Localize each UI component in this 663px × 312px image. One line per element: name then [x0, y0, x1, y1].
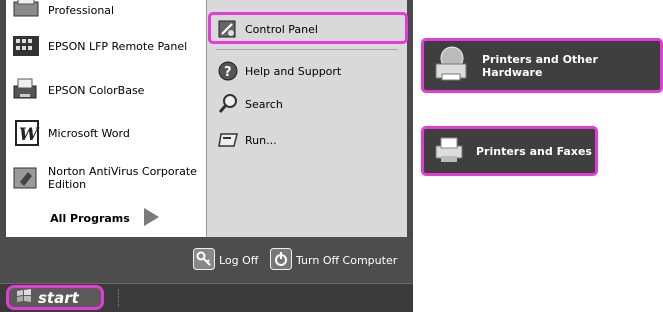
- taskbar-grip: [118, 289, 121, 307]
- printers-faxes-button[interactable]: Printers and Faxes: [421, 126, 598, 176]
- svg-text:?: ?: [224, 65, 232, 80]
- divider: [216, 49, 398, 50]
- turn-off-button[interactable]: Turn Off Computer: [270, 247, 398, 273]
- antivirus-icon: [10, 164, 42, 192]
- program-item-colorbase[interactable]: EPSON ColorBase: [6, 72, 206, 108]
- printer-fax-icon: [432, 134, 468, 169]
- start-label: start: [38, 288, 79, 307]
- arrow-right-icon: [140, 206, 162, 231]
- program-label: EPSON ColorBase: [48, 83, 145, 97]
- key-icon: [193, 247, 215, 273]
- help-icon: ?: [217, 60, 239, 82]
- program-item-professional[interactable]: Professional: [6, 0, 206, 28]
- program-label: Microsoft Word: [48, 126, 130, 140]
- search-label: Search: [245, 97, 283, 111]
- search-item[interactable]: Search: [212, 91, 402, 117]
- program-item-microsoft-word[interactable]: W Microsoft Word: [6, 115, 206, 151]
- windows-logo-icon: [15, 288, 33, 307]
- run-label: Run...: [245, 133, 277, 147]
- word-icon: W: [10, 119, 42, 147]
- log-off-label: Log Off: [219, 253, 259, 267]
- log-off-button[interactable]: Log Off: [193, 247, 259, 273]
- power-icon: [270, 247, 292, 273]
- printers-other-hardware-button[interactable]: Printers and Other Hardware: [421, 38, 663, 93]
- printer-icon: [10, 0, 42, 24]
- all-programs-label: All Programs: [50, 212, 130, 225]
- search-icon: [217, 93, 239, 115]
- run-icon: [217, 129, 239, 151]
- all-programs-button[interactable]: All Programs: [6, 200, 206, 237]
- run-item[interactable]: Run...: [212, 127, 402, 153]
- program-label: EPSON LFP Remote Panel: [48, 39, 188, 53]
- printers-other-hardware-label: Printers and Other Hardware: [482, 52, 598, 79]
- turn-off-label: Turn Off Computer: [296, 253, 398, 267]
- start-button[interactable]: start: [6, 285, 104, 310]
- help-support-item[interactable]: ? Help and Support: [212, 58, 402, 84]
- printer-hardware-icon: [430, 44, 474, 87]
- program-item-lfp-remote-panel[interactable]: EPSON LFP Remote Panel: [6, 28, 206, 64]
- program-item-norton-antivirus[interactable]: Norton AntiVirus Corporate Edition: [6, 160, 206, 196]
- help-label: Help and Support: [245, 64, 342, 78]
- printers-faxes-label: Printers and Faxes: [476, 144, 592, 158]
- svg-text:W: W: [19, 125, 40, 145]
- control-panel-highlight: [208, 12, 408, 44]
- program-label: Professional: [48, 3, 115, 17]
- colorbase-icon: [10, 76, 42, 104]
- remote-panel-icon: [10, 32, 42, 60]
- program-label: Norton AntiVirus Corporate Edition: [48, 165, 197, 191]
